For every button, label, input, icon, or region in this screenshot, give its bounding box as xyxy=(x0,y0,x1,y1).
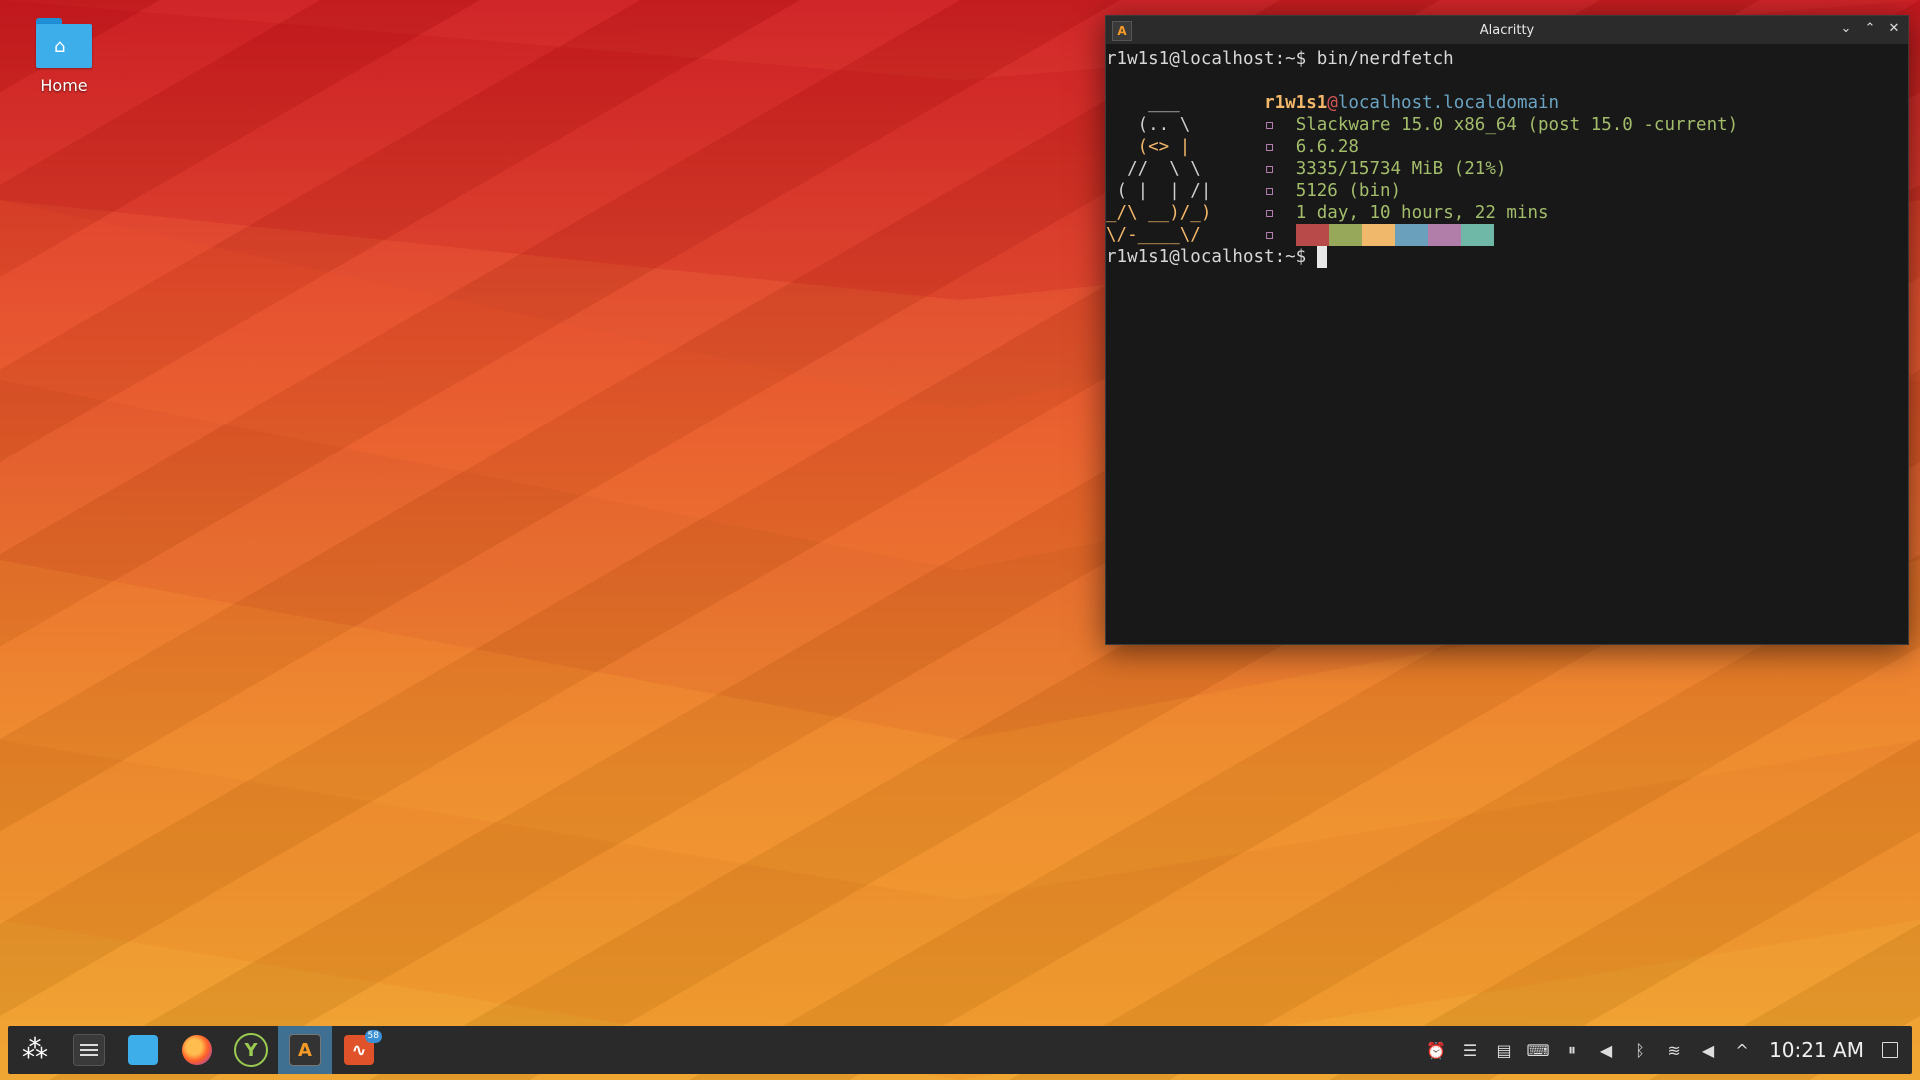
spine-app-icon: Y xyxy=(234,1033,268,1067)
fetch-line: ___ r1w1s1@localhost.localdomain xyxy=(1106,92,1908,114)
task-spine[interactable]: Y xyxy=(224,1026,278,1074)
alacritty-icon: A xyxy=(289,1034,321,1066)
color-swatch xyxy=(1361,224,1395,246)
ascii-art-line: ( | | /| xyxy=(1106,181,1222,201)
maximize-button[interactable]: ⌃ xyxy=(1862,20,1878,38)
command-text: bin/nerdfetch xyxy=(1306,49,1454,69)
settings-icon xyxy=(73,1034,105,1066)
fetch-line: _/\ __)/_) ▫ 1 day, 10 hours, 22 mins xyxy=(1106,202,1908,224)
fetch-packages: 5126 (bin) xyxy=(1295,181,1402,201)
bullet-icon: ▫ xyxy=(1264,159,1275,179)
window-titlebar[interactable]: A Alacritty ⌄ ⌃ ✕ xyxy=(1106,16,1908,44)
clock[interactable]: 10:21 AM xyxy=(1769,1038,1864,1062)
alarm-icon[interactable]: ⏰ xyxy=(1419,1041,1453,1060)
fetch-line: // \ \ ▫ 3335/15734 MiB (21%) xyxy=(1106,158,1908,180)
bullet-icon: ▫ xyxy=(1264,137,1275,157)
speaker-icon[interactable]: ◀ xyxy=(1691,1041,1725,1060)
window-title: Alacritty xyxy=(1479,22,1535,38)
bullet-icon: ▫ xyxy=(1264,203,1275,223)
wifi-icon[interactable]: ≋ xyxy=(1657,1041,1691,1060)
fetch-line: (.. \ ▫ Slackware 15.0 x86_64 (post 15.0… xyxy=(1106,114,1908,136)
unread-badge: 58 xyxy=(364,1030,382,1043)
ascii-art-line: (.. \ xyxy=(1106,115,1222,135)
system-tray: ⏰ ☰ ▤ ⌨ ⏸ ◀ ᛒ ≋ ◀ ^ 10:21 AM xyxy=(1419,1026,1912,1074)
prompt-line: r1w1s1@localhost:~$ xyxy=(1106,246,1908,268)
fetch-line: ( | | /| ▫ 5126 (bin) xyxy=(1106,180,1908,202)
application-launcher-button[interactable]: ⁂ xyxy=(8,1026,62,1074)
command-line: r1w1s1@localhost:~$ bin/nerdfetch xyxy=(1106,48,1908,70)
ascii-art-line: // \ \ xyxy=(1106,159,1222,179)
color-swatch xyxy=(1460,224,1494,246)
taskbar: ⁂ Y A ∿ 58 ⏰ ☰ ▤ ⌨ ⏸ ◀ ᛒ ≋ ◀ ^ 10:21 AM xyxy=(8,1026,1912,1074)
prompt: r1w1s1@localhost:~$ xyxy=(1106,247,1307,267)
expand-icon[interactable]: ^ xyxy=(1725,1041,1759,1060)
clipboard-icon[interactable]: ▤ xyxy=(1487,1041,1521,1060)
fetch-os: Slackware 15.0 x86_64 (post 15.0 -curren… xyxy=(1295,115,1739,135)
task-alacritty[interactable]: A xyxy=(278,1026,332,1074)
rss-icon[interactable]: ☰ xyxy=(1453,1041,1487,1060)
bullet-icon: ▫ xyxy=(1264,225,1275,245)
ascii-art-line: (<> | xyxy=(1106,137,1222,157)
task-firefox[interactable] xyxy=(170,1026,224,1074)
media-icon[interactable]: ⏸ xyxy=(1555,1040,1589,1060)
volume-icon[interactable]: ◀ xyxy=(1589,1041,1623,1060)
color-swatch xyxy=(1427,224,1461,246)
firefox-icon xyxy=(182,1035,212,1065)
minimize-button[interactable]: ⌄ xyxy=(1838,20,1854,38)
bullet-icon: ▫ xyxy=(1264,181,1275,201)
bluetooth-icon[interactable]: ᛒ xyxy=(1623,1041,1657,1060)
fetch-uptime: 1 day, 10 hours, 22 mins xyxy=(1295,203,1549,223)
close-button[interactable]: ✕ xyxy=(1886,20,1902,38)
ascii-art-line: \/-____\/ xyxy=(1106,225,1222,245)
fetch-line: \/-____\/ ▫ xyxy=(1106,224,1908,246)
terminal-content[interactable]: r1w1s1@localhost:~$ bin/nerdfetch ___ r1… xyxy=(1106,44,1908,268)
folder-icon xyxy=(128,1035,158,1065)
folder-home-icon: ⌂ xyxy=(34,14,94,70)
task-file-manager[interactable] xyxy=(116,1026,170,1074)
launcher-icon: ⁂ xyxy=(22,1035,48,1065)
terminal-window[interactable]: A Alacritty ⌄ ⌃ ✕ r1w1s1@localhost:~$ bi… xyxy=(1105,15,1909,645)
fetch-line: (<> | ▫ 6.6.28 xyxy=(1106,136,1908,158)
fetch-kernel: 6.6.28 xyxy=(1295,137,1359,157)
fetch-memory: 3335/15734 MiB (21%) xyxy=(1295,159,1507,179)
fetch-user: r1w1s1 xyxy=(1264,93,1328,113)
color-swatch xyxy=(1394,224,1428,246)
task-system-settings[interactable] xyxy=(62,1026,116,1074)
alacritty-app-icon[interactable]: A xyxy=(1112,21,1132,41)
fetch-at: @ xyxy=(1327,93,1338,113)
fetch-host: localhost.localdomain xyxy=(1337,93,1560,113)
task-rss-reader[interactable]: ∿ 58 xyxy=(332,1026,386,1074)
bullet-icon: ▫ xyxy=(1264,115,1275,135)
color-swatch xyxy=(1328,224,1362,246)
color-palette xyxy=(1295,224,1494,246)
ascii-art-line: ___ xyxy=(1106,93,1222,113)
desktop-home-folder[interactable]: ⌂ Home xyxy=(26,14,102,95)
show-desktop-button[interactable] xyxy=(1882,1042,1898,1058)
ascii-art-line: _/\ __)/_) xyxy=(1106,203,1222,223)
prompt: r1w1s1@localhost:~$ xyxy=(1106,49,1307,69)
text-cursor xyxy=(1316,246,1327,268)
desktop-home-label: Home xyxy=(40,76,88,95)
color-swatch xyxy=(1295,224,1329,246)
keyboard-icon[interactable]: ⌨ xyxy=(1521,1041,1555,1060)
